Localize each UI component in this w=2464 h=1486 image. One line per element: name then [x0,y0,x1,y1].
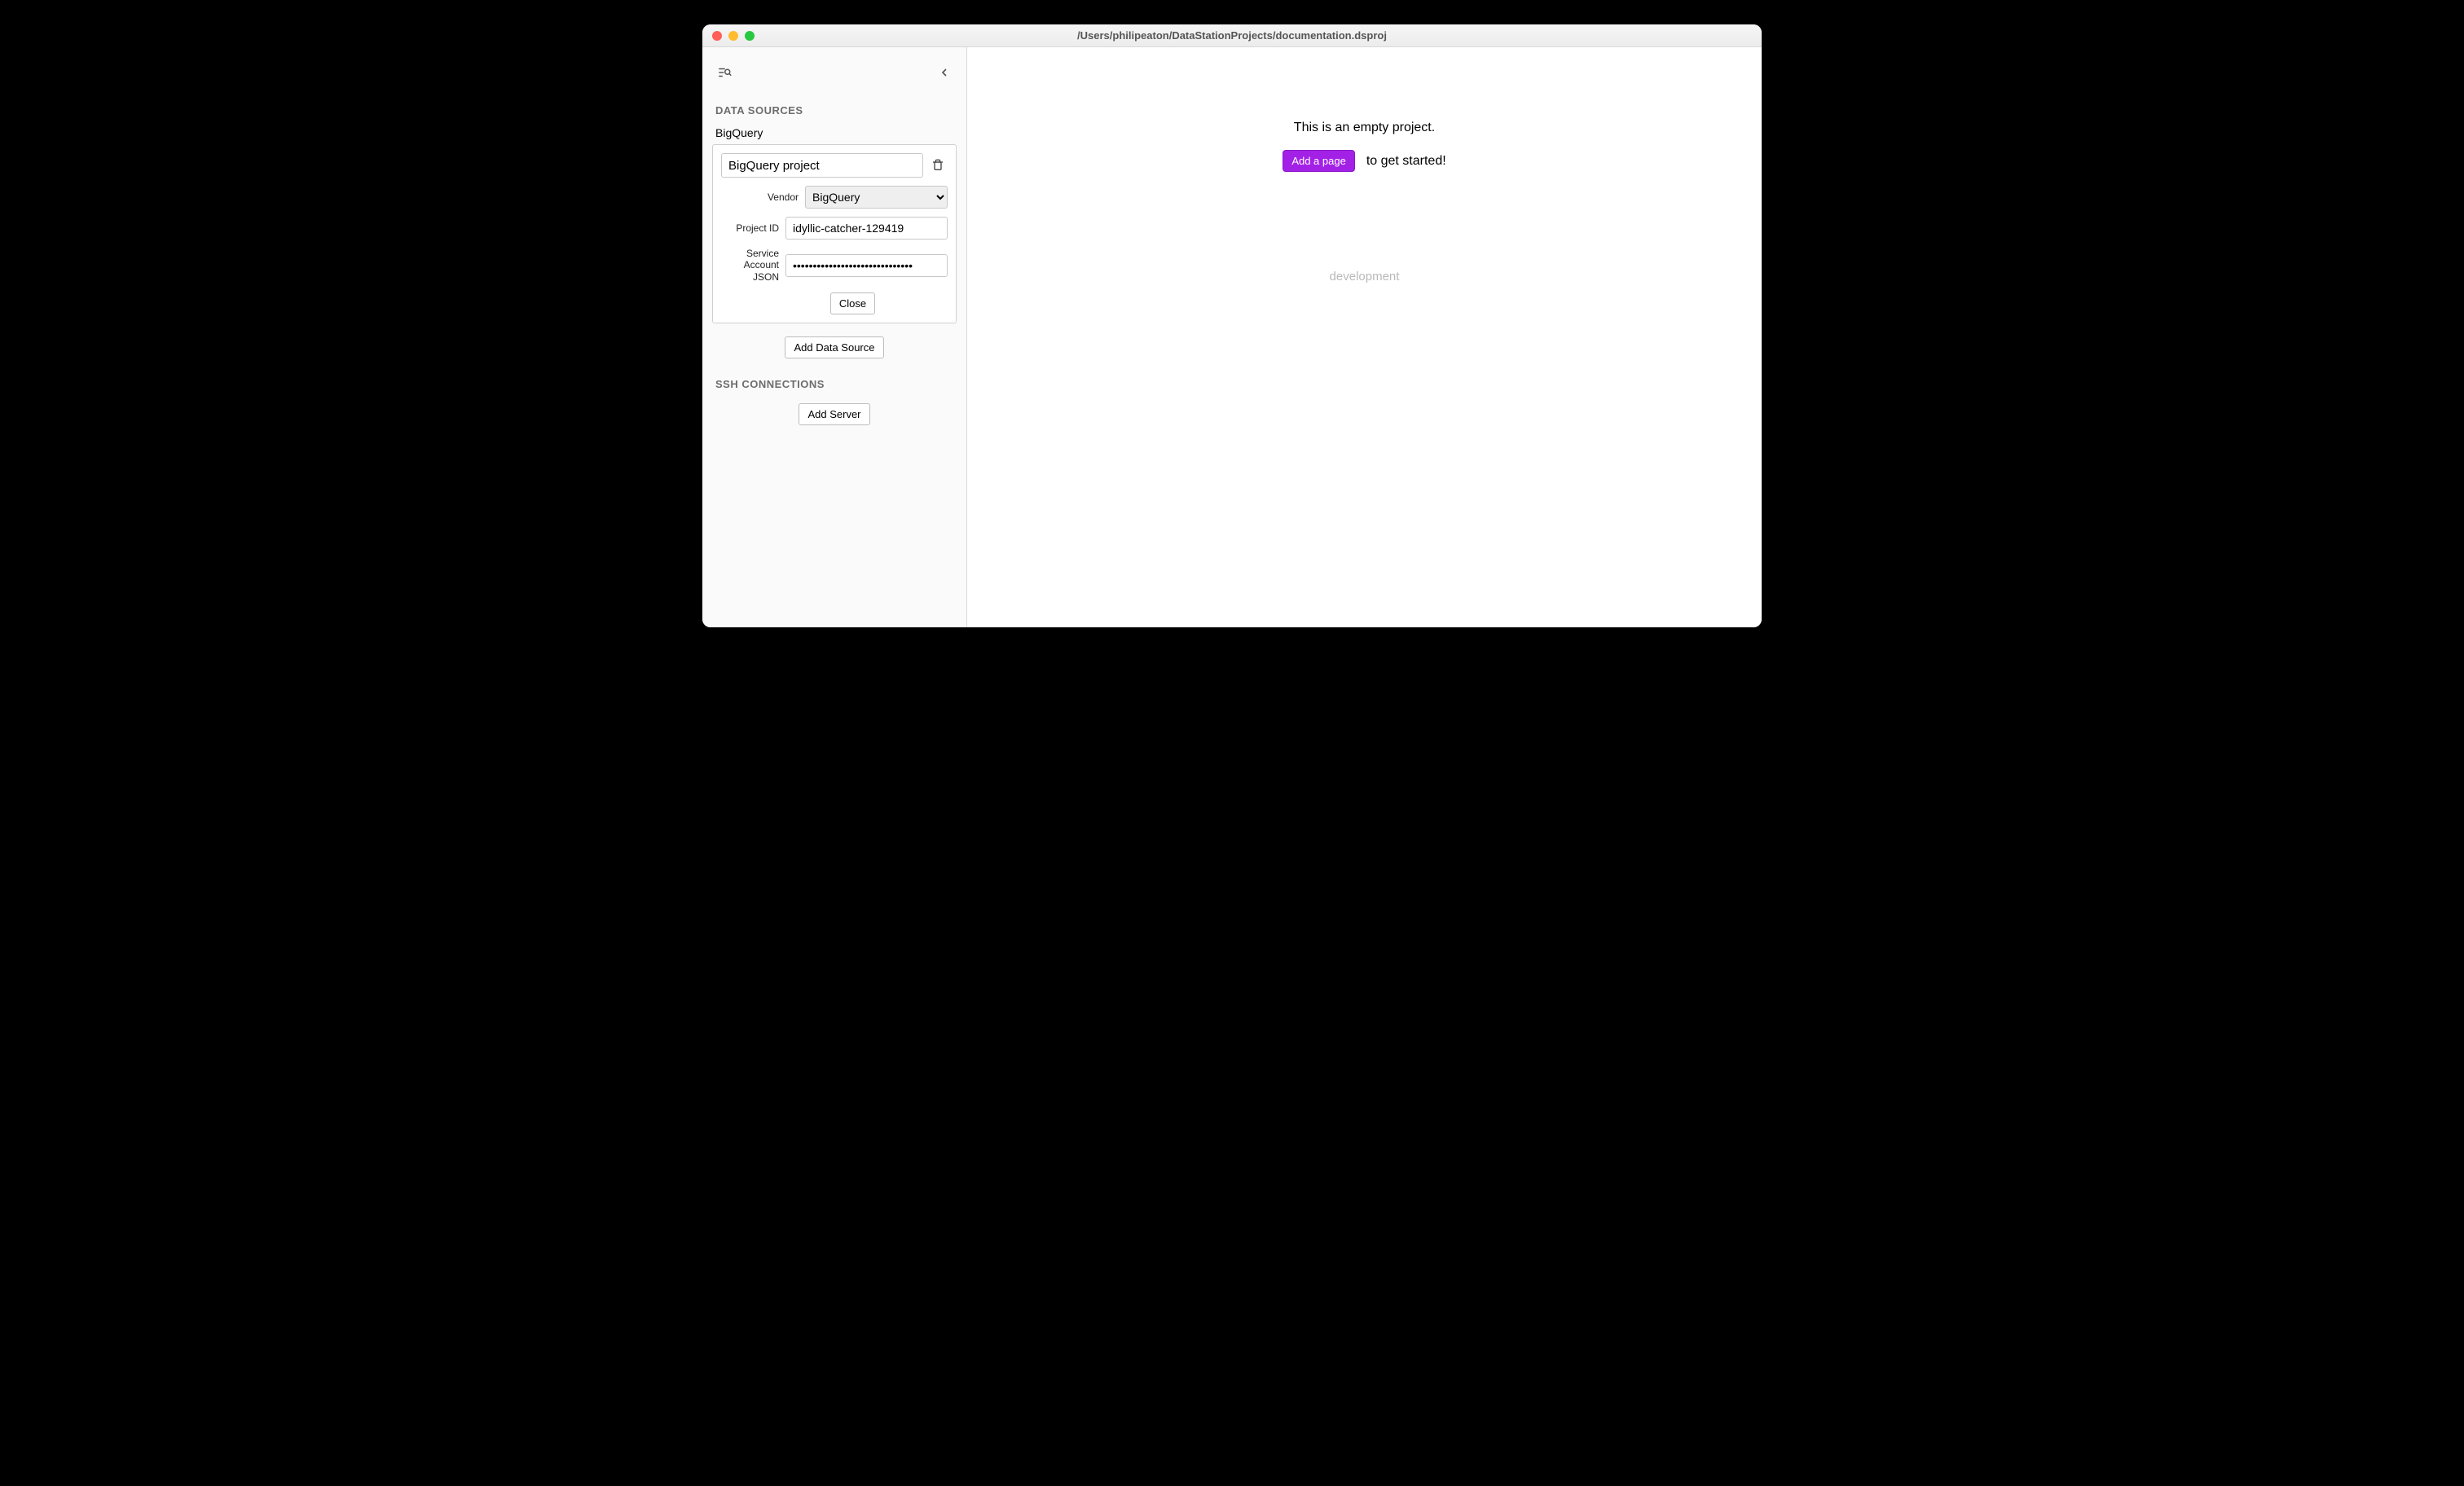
titlebar: /Users/philipeaton/DataStationProjects/d… [702,24,1762,47]
add-page-button[interactable]: Add a page [1283,150,1355,172]
service-account-input[interactable] [785,254,948,277]
vendor-label: Vendor [721,191,799,203]
window-maximize-icon[interactable] [745,31,755,41]
sidebar: DATA SOURCES BigQuery Vendor [702,47,967,627]
traffic-lights [702,31,755,41]
vendor-row: Vendor BigQuery [721,186,948,209]
data-source-name-input[interactable] [721,153,923,178]
project-id-input[interactable] [785,217,948,240]
data-source-label: BigQuery [715,126,953,139]
vendor-select[interactable]: BigQuery [805,186,948,209]
project-id-label: Project ID [721,222,779,234]
add-data-source-row: Add Data Source [712,336,957,358]
delete-data-source-button[interactable] [928,156,948,175]
collapse-sidebar-icon[interactable] [935,64,953,81]
project-id-row: Project ID [721,217,948,240]
main-content: This is an empty project. Add a page to … [967,47,1762,627]
app-body: DATA SOURCES BigQuery Vendor [702,47,1762,627]
service-account-row: Service Account JSON [721,248,948,283]
cta-suffix-text: to get started! [1366,154,1446,169]
section-heading-ssh: SSH CONNECTIONS [715,378,953,390]
add-server-button[interactable]: Add Server [799,403,869,425]
window-close-icon[interactable] [712,31,722,41]
window-title: /Users/philipeaton/DataStationProjects/d… [702,29,1762,42]
environment-label: development [1330,270,1400,284]
add-data-source-button[interactable]: Add Data Source [785,336,883,358]
search-list-icon[interactable] [715,64,733,81]
close-data-source-button[interactable]: Close [830,292,875,314]
service-account-label: Service Account JSON [721,248,779,283]
card-header-row [721,153,948,178]
empty-project-message: This is an empty project. [1294,121,1435,135]
section-heading-data-sources: DATA SOURCES [715,104,953,117]
add-server-row: Add Server [712,403,957,425]
sidebar-top-controls [712,59,957,96]
app-window: /Users/philipeaton/DataStationProjects/d… [702,24,1762,627]
data-source-card: Vendor BigQuery Project ID Service Accou… [712,144,957,323]
cta-row: Add a page to get started! [1283,150,1445,172]
window-minimize-icon[interactable] [728,31,738,41]
close-row: Close [758,292,948,314]
